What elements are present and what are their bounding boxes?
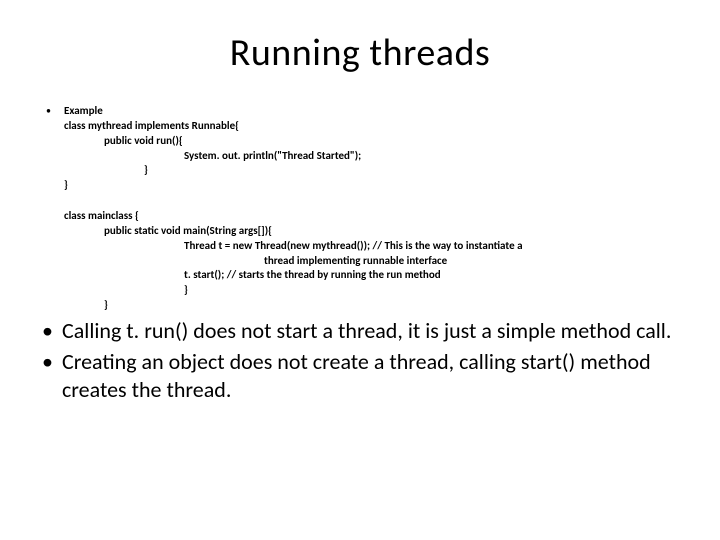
code-line: } bbox=[64, 178, 680, 193]
code-line: } bbox=[104, 298, 680, 313]
spacer bbox=[64, 193, 680, 209]
note-bullet-1: Calling t. run() does not start a thread… bbox=[40, 317, 680, 345]
code-line: class mainclass { bbox=[64, 209, 680, 224]
slide-body: Example class mythread implements Runnab… bbox=[40, 104, 680, 313]
slide-title: Running threads bbox=[40, 30, 680, 76]
code-line: t. start(); // starts the thread by runn… bbox=[184, 268, 680, 283]
slide: Running threads Example class mythread i… bbox=[0, 0, 720, 540]
code-line: } bbox=[184, 283, 680, 298]
code-line: public void run(){ bbox=[104, 134, 680, 149]
code-line: class mythread implements Runnable{ bbox=[64, 119, 680, 134]
code-line: public static void main(String args[]){ bbox=[104, 224, 680, 239]
code-line: System. out. println("Thread Started"); bbox=[184, 149, 680, 164]
code-line: Thread t = new Thread(new mythread()); /… bbox=[184, 239, 680, 254]
code-line: } bbox=[144, 163, 680, 178]
example-label: Example bbox=[64, 104, 680, 119]
note-bullet-2: Creating an object does not create a thr… bbox=[40, 348, 680, 403]
example-block: Example class mythread implements Runnab… bbox=[40, 104, 680, 313]
code-line: thread implementing runnable interface bbox=[264, 254, 680, 269]
